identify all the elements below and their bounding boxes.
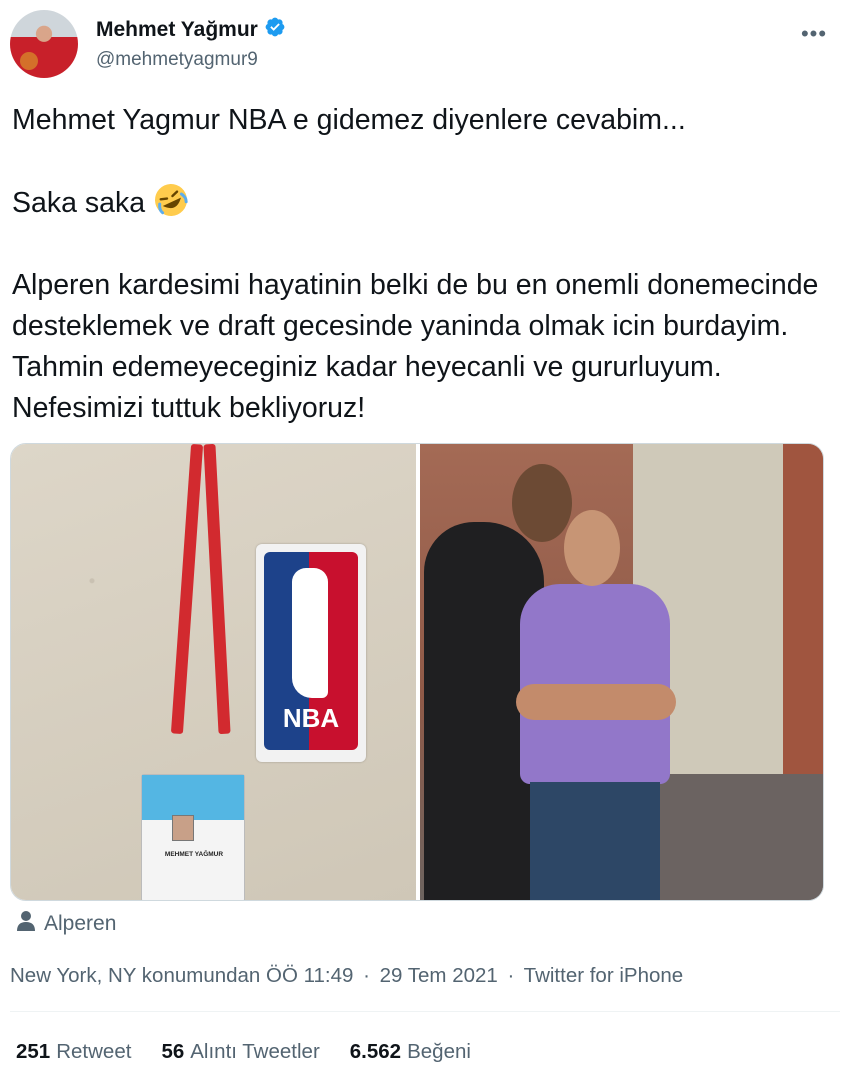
meta-separator: · [507, 964, 515, 987]
tweet-paragraph-1: Mehmet Yagmur NBA e gidemez diyenlere ce… [12, 104, 686, 136]
meta-separator: · [363, 964, 370, 987]
tweet-paragraph-2: Saka saka [12, 182, 838, 224]
tweet-source[interactable]: Twitter for iPhone [524, 964, 684, 987]
tagged-users[interactable]: Alperen [16, 910, 116, 938]
tweet-date[interactable]: 29 Tem 2021 [380, 964, 498, 987]
badge-name-text: MEHMET YAĞMUR [164, 851, 224, 858]
verified-badge-icon [264, 16, 286, 43]
tweet-stats: 251 Retweet 56 Alıntı Tweetler 6.562 Beğeni [16, 1040, 471, 1064]
rolling-laughing-emoji-icon [153, 184, 189, 219]
display-name-row: Mehmet Yağmur [96, 16, 286, 43]
tweet-location[interactable]: New York, NY konumundan [10, 964, 260, 987]
likes-stat[interactable]: 6.562 Beğeni [350, 1040, 471, 1064]
tweet-paragraph-2-text: Saka saka [12, 187, 146, 219]
lanyard-strap-left [170, 444, 204, 735]
quotes-count: 56 [161, 1040, 185, 1063]
retweets-count: 251 [16, 1040, 51, 1063]
tweet-media: MEHMET YAĞMUR NBA [10, 443, 824, 901]
likes-count: 6.562 [349, 1040, 402, 1063]
tweet: Mehmet Yağmur @mehmetyagmur9 ••• Mehmet … [0, 0, 850, 1081]
author-handle[interactable]: @mehmetyagmur9 [96, 49, 286, 71]
quotes-label: Alıntı Tweetler [190, 1040, 320, 1063]
author-display-name[interactable]: Mehmet Yağmur [96, 18, 258, 42]
tweet-time[interactable]: ÖÖ 11:49 [266, 964, 353, 987]
media-photo-two-people[interactable] [420, 444, 823, 900]
tweet-header: Mehmet Yağmur @mehmetyagmur9 ••• [10, 8, 840, 80]
author-info: Mehmet Yağmur @mehmetyagmur9 [96, 16, 286, 71]
nba-logo-icon: NBA [264, 552, 358, 750]
more-options-button[interactable]: ••• [796, 16, 832, 52]
retweets-stat[interactable]: 251 Retweet [16, 1040, 131, 1064]
basketball-graphic [20, 52, 38, 70]
avatar[interactable] [10, 10, 78, 78]
likes-label: Beğeni [407, 1040, 471, 1063]
more-horizontal-icon: ••• [800, 21, 828, 46]
divider [10, 1011, 840, 1012]
draft-credential-badge: MEHMET YAĞMUR [141, 774, 245, 900]
media-photo-lanyard-nba[interactable]: MEHMET YAĞMUR NBA [11, 444, 416, 900]
tweet-paragraph-3: Alperen kardesimi hayatinin belki de bu … [12, 269, 819, 424]
nba-logo-sticker: NBA [256, 544, 366, 762]
retweets-label: Retweet [56, 1040, 132, 1063]
lanyard-strap-right [203, 444, 231, 735]
person-icon [16, 910, 36, 938]
quote-tweets-stat[interactable]: 56 Alıntı Tweetler [161, 1040, 319, 1064]
tweet-text: Mehmet Yagmur NBA e gidemez diyenlere ce… [12, 100, 838, 429]
nba-logo-text: NBA [282, 703, 340, 733]
tagged-user-name: Alperen [44, 912, 117, 935]
tweet-meta: New York, NY konumundan ÖÖ 11:49 · 29 Te… [10, 964, 683, 988]
